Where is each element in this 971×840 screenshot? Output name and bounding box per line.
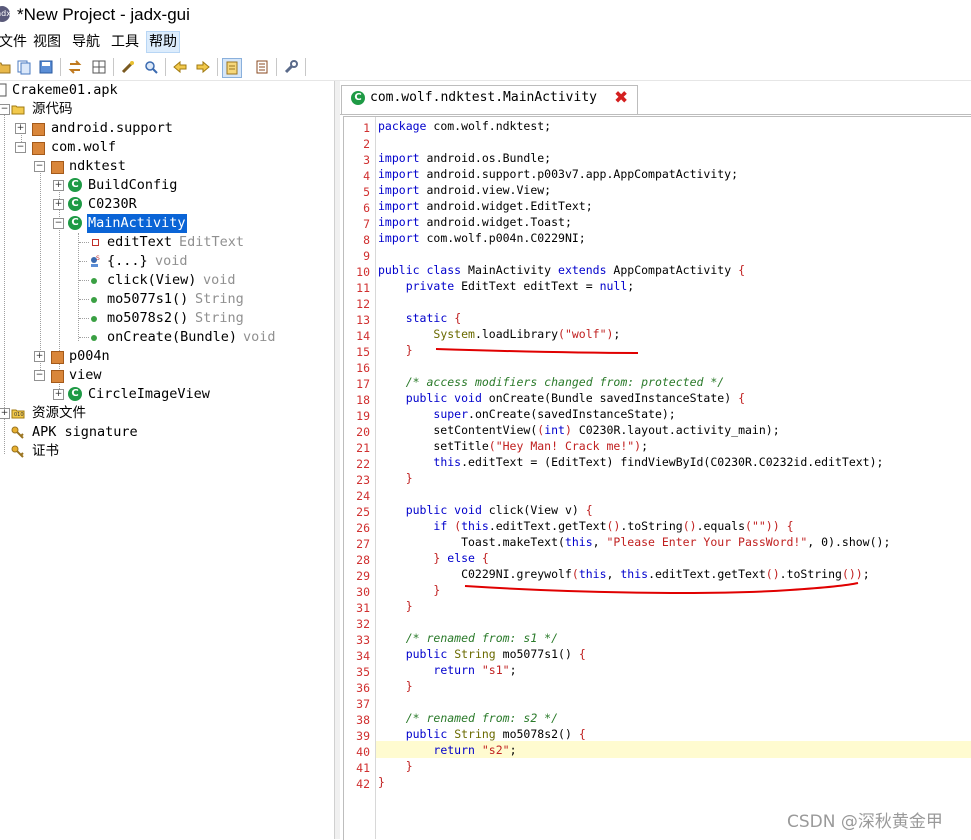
- underline-greywolf: [464, 582, 859, 594]
- underline-loadlibrary: [435, 348, 639, 354]
- annotation-underlines: [435, 348, 859, 594]
- watermark: CSDN @深秋黄金甲: [787, 812, 943, 832]
